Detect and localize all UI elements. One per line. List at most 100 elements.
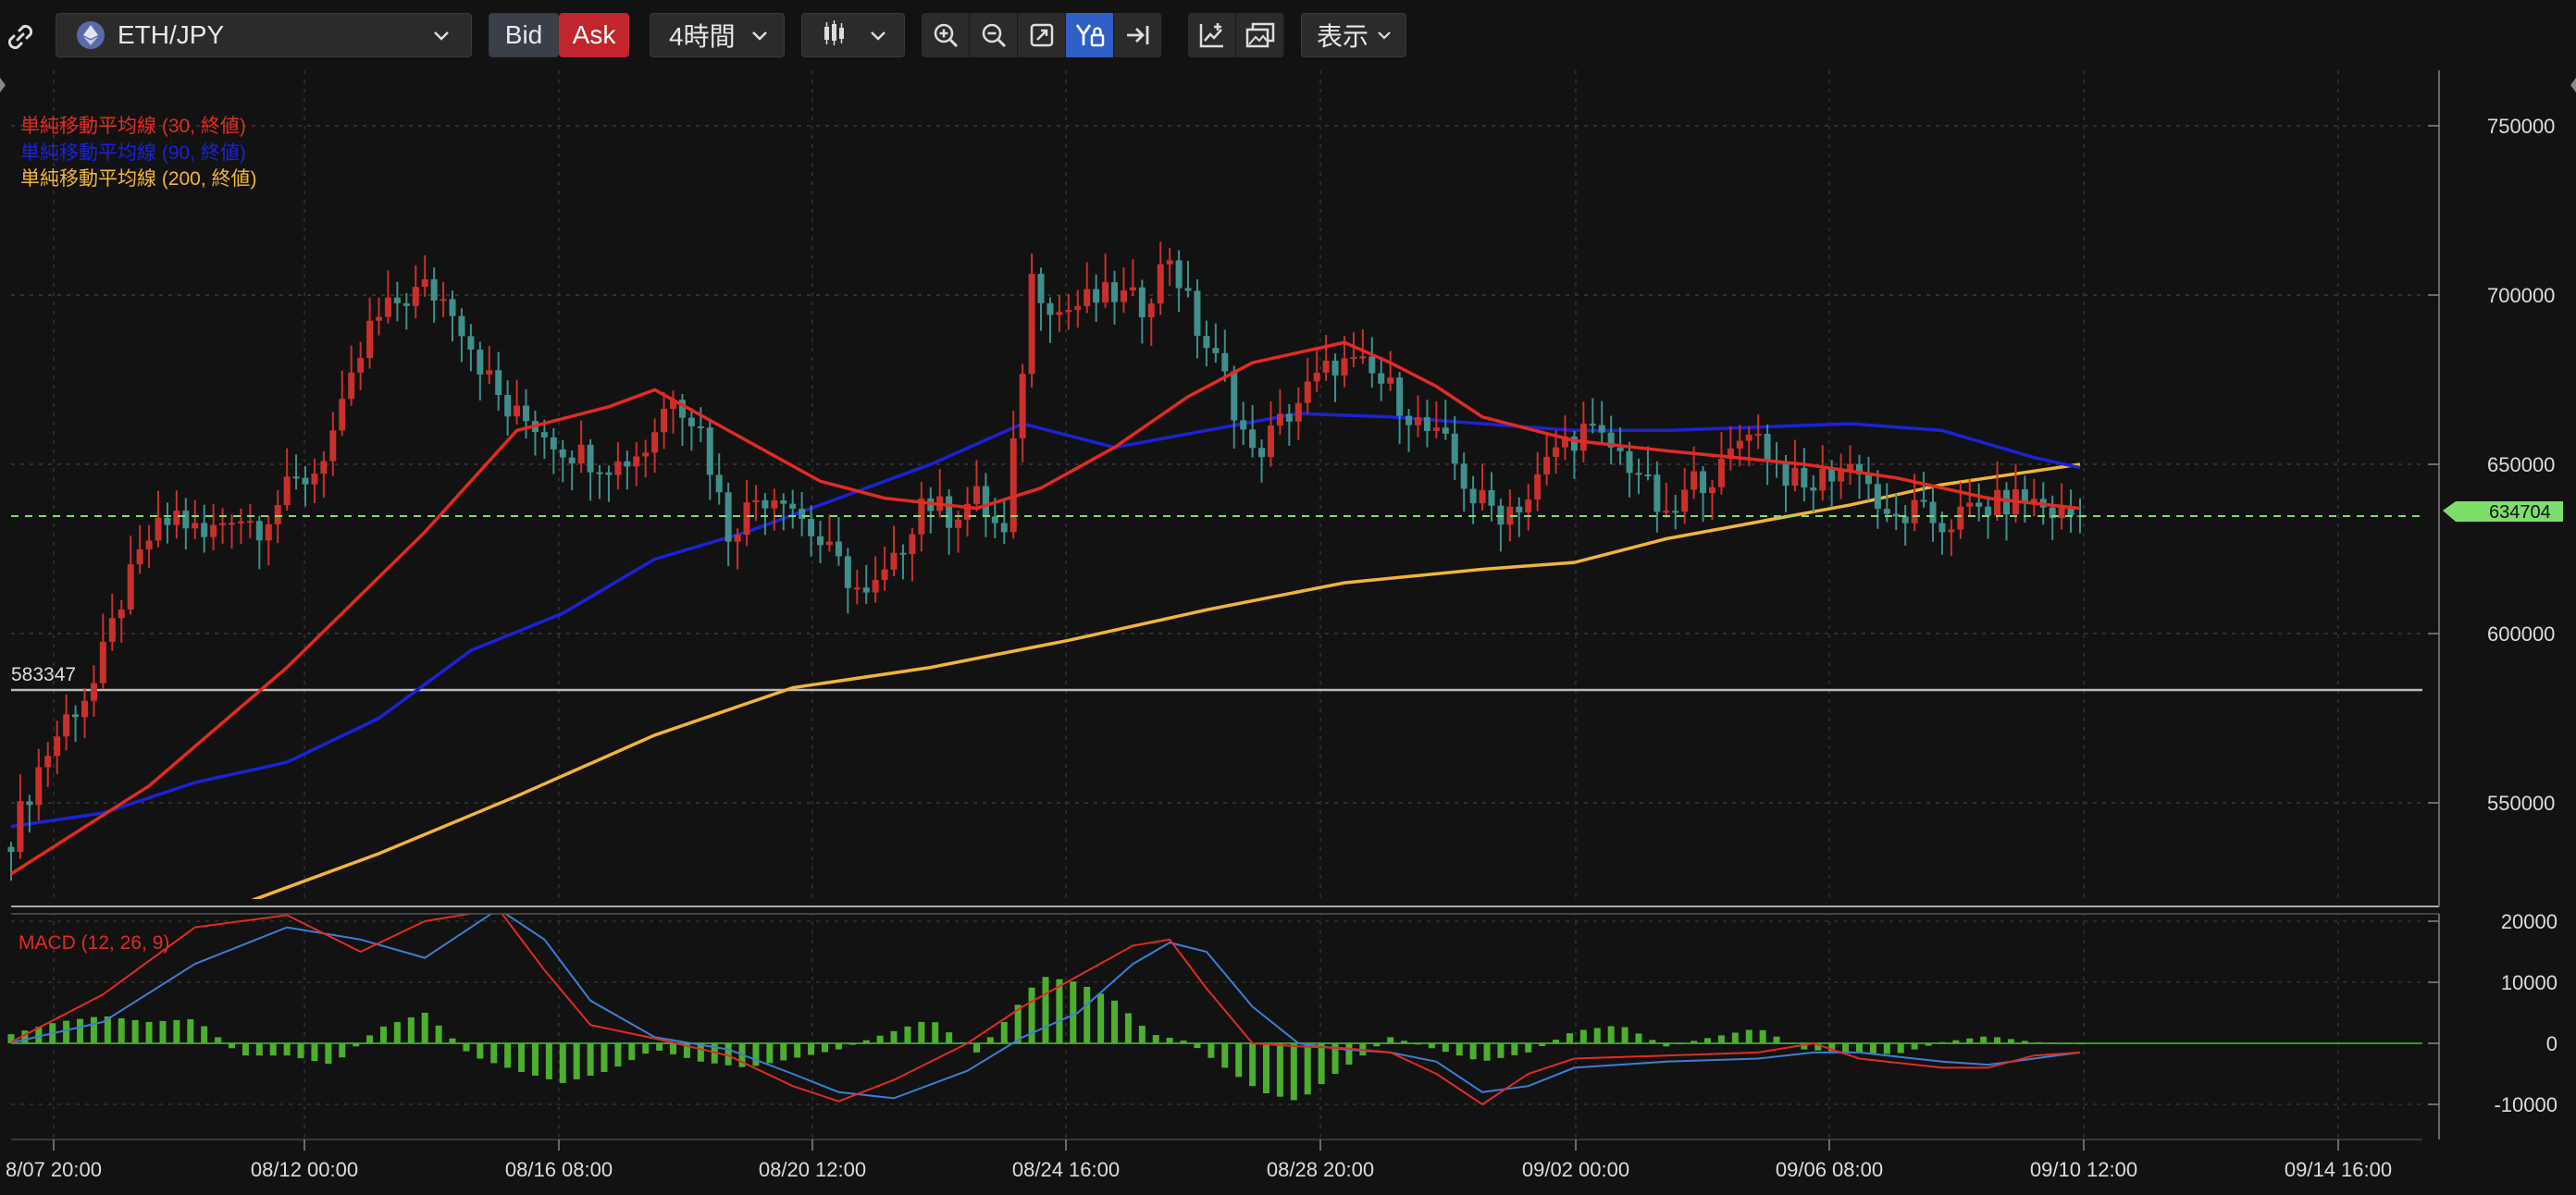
candle-body	[1553, 447, 1560, 457]
symbol-label: ETH/JPY	[118, 20, 225, 49]
candle-body	[430, 278, 438, 301]
macd-histogram-bar	[1124, 1013, 1132, 1043]
price-tick-label: 550000	[2487, 792, 2555, 815]
left-collapse-icon[interactable]	[0, 78, 6, 92]
sma200-path	[240, 462, 2081, 906]
display-menu[interactable]: 表示	[1301, 13, 1406, 57]
scroll-to-latest-button[interactable]	[1114, 13, 1162, 57]
candle-body	[1653, 474, 1661, 512]
macd-histogram-bar	[1579, 1029, 1587, 1043]
macd-histogram-bar	[587, 1043, 594, 1076]
candle-body	[1129, 287, 1136, 291]
bid-button[interactable]: Bid	[489, 13, 559, 57]
sma200-legend: 単純移動平均線 (200, 終値)	[20, 168, 257, 190]
candle-body	[1294, 402, 1302, 422]
candle-body	[825, 541, 833, 546]
symbol-select[interactable]: ETH/JPY	[56, 13, 472, 57]
candle-body	[789, 503, 797, 509]
candle-body	[771, 500, 778, 509]
candle-body	[1819, 468, 1827, 491]
macd-histogram-bar	[890, 1030, 898, 1043]
chevron-down-icon	[432, 26, 451, 49]
auto-scale-button[interactable]	[1066, 13, 1114, 57]
macd-histogram-bar	[1883, 1043, 1890, 1054]
chart-type-select[interactable]	[801, 13, 905, 57]
candle-body	[1598, 425, 1605, 433]
macd-histogram-bar	[1566, 1033, 1573, 1043]
candle-body	[192, 523, 199, 529]
right-collapse-icon[interactable]	[2570, 78, 2576, 92]
candle-body	[1056, 312, 1063, 315]
screenshot-button[interactable]	[1236, 13, 1284, 57]
chevron-down-icon	[869, 26, 887, 49]
candle-body	[1359, 356, 1367, 359]
macd-histogram-bar	[821, 1043, 828, 1053]
macd-histogram-bar	[972, 1043, 980, 1053]
candle-body	[1782, 462, 1790, 487]
candle-body	[421, 278, 428, 288]
candle-body	[1267, 425, 1274, 458]
zoom-in-icon	[934, 23, 958, 48]
macd-histogram-bar	[545, 1043, 552, 1079]
candlestick-icon	[821, 19, 848, 52]
candle-body	[1847, 463, 1854, 470]
price-chart[interactable]: 単純移動平均線 (30, 終値) 単純移動平均線 (90, 終値) 単純移動平均…	[0, 67, 2576, 1195]
macd-histogram-bar	[614, 1043, 622, 1067]
candle-body	[1111, 282, 1119, 302]
candle-body	[201, 523, 208, 537]
link-icon[interactable]	[4, 20, 37, 54]
candle-body	[1387, 377, 1394, 384]
candle-body	[1147, 303, 1155, 317]
chevron-down-icon	[750, 26, 769, 49]
macd-histogram-bar	[77, 1018, 84, 1043]
macd-tick-label: -10000	[2494, 1093, 2557, 1116]
candle-body	[1525, 499, 1532, 513]
candle-body	[706, 427, 713, 475]
macd-histogram-bar	[2076, 1043, 2084, 1044]
candle-body	[577, 444, 585, 464]
candle-body	[182, 511, 190, 529]
macd-histogram-bar	[1787, 1042, 1794, 1044]
macd-histogram-bar	[986, 1037, 994, 1043]
macd-histogram-bar	[1855, 1043, 1863, 1053]
candle-body	[596, 472, 603, 474]
macd-histogram-bar	[1663, 1043, 1670, 1047]
timeframe-select[interactable]: 4時間	[650, 13, 785, 57]
candle-body	[1616, 447, 1624, 451]
candle-body	[972, 486, 980, 504]
candle-body	[495, 370, 502, 396]
candle-body	[229, 523, 236, 525]
candle-body	[1589, 424, 1596, 426]
macd-histogram-bar	[559, 1043, 566, 1083]
macd-histogram-bar	[1704, 1038, 1712, 1043]
candle-body	[661, 408, 668, 433]
ask-button[interactable]: Ask	[559, 13, 629, 57]
sma90-legend: 単純移動平均線 (90, 終値)	[20, 142, 246, 164]
macd-histogram-bar	[1994, 1037, 2001, 1043]
candle-body	[624, 461, 631, 467]
candle-body	[1626, 450, 1633, 474]
macd-histogram-bar	[918, 1021, 925, 1043]
macd-histogram-bar	[518, 1043, 526, 1073]
candle-body	[734, 535, 741, 542]
candle-body	[1929, 501, 1937, 524]
macd-histogram-bar	[1483, 1043, 1491, 1061]
candle-body	[1138, 287, 1146, 317]
macd-histogram-bar	[1042, 977, 1049, 1043]
zoom-out-button[interactable]	[970, 13, 1018, 57]
candle-body	[1423, 417, 1430, 431]
add-indicator-button[interactable]	[1188, 13, 1236, 57]
candle-body	[486, 370, 493, 375]
macd-axis-labels: -10000 0 10000 20000	[2428, 910, 2557, 1116]
zoom-in-button[interactable]	[922, 13, 970, 57]
time-tick-label: 08/28 20:00	[1267, 1158, 1374, 1181]
candle-body	[1938, 523, 1946, 533]
macd-histogram-bar	[477, 1043, 484, 1059]
candle-body	[26, 801, 33, 806]
candle-body	[872, 579, 879, 593]
macd-histogram-bar	[490, 1043, 498, 1064]
macd-histogram-bar	[1276, 1043, 1283, 1097]
fit-view-button[interactable]	[1018, 13, 1066, 57]
candle-body	[1479, 490, 1486, 504]
candle-body	[90, 683, 97, 701]
